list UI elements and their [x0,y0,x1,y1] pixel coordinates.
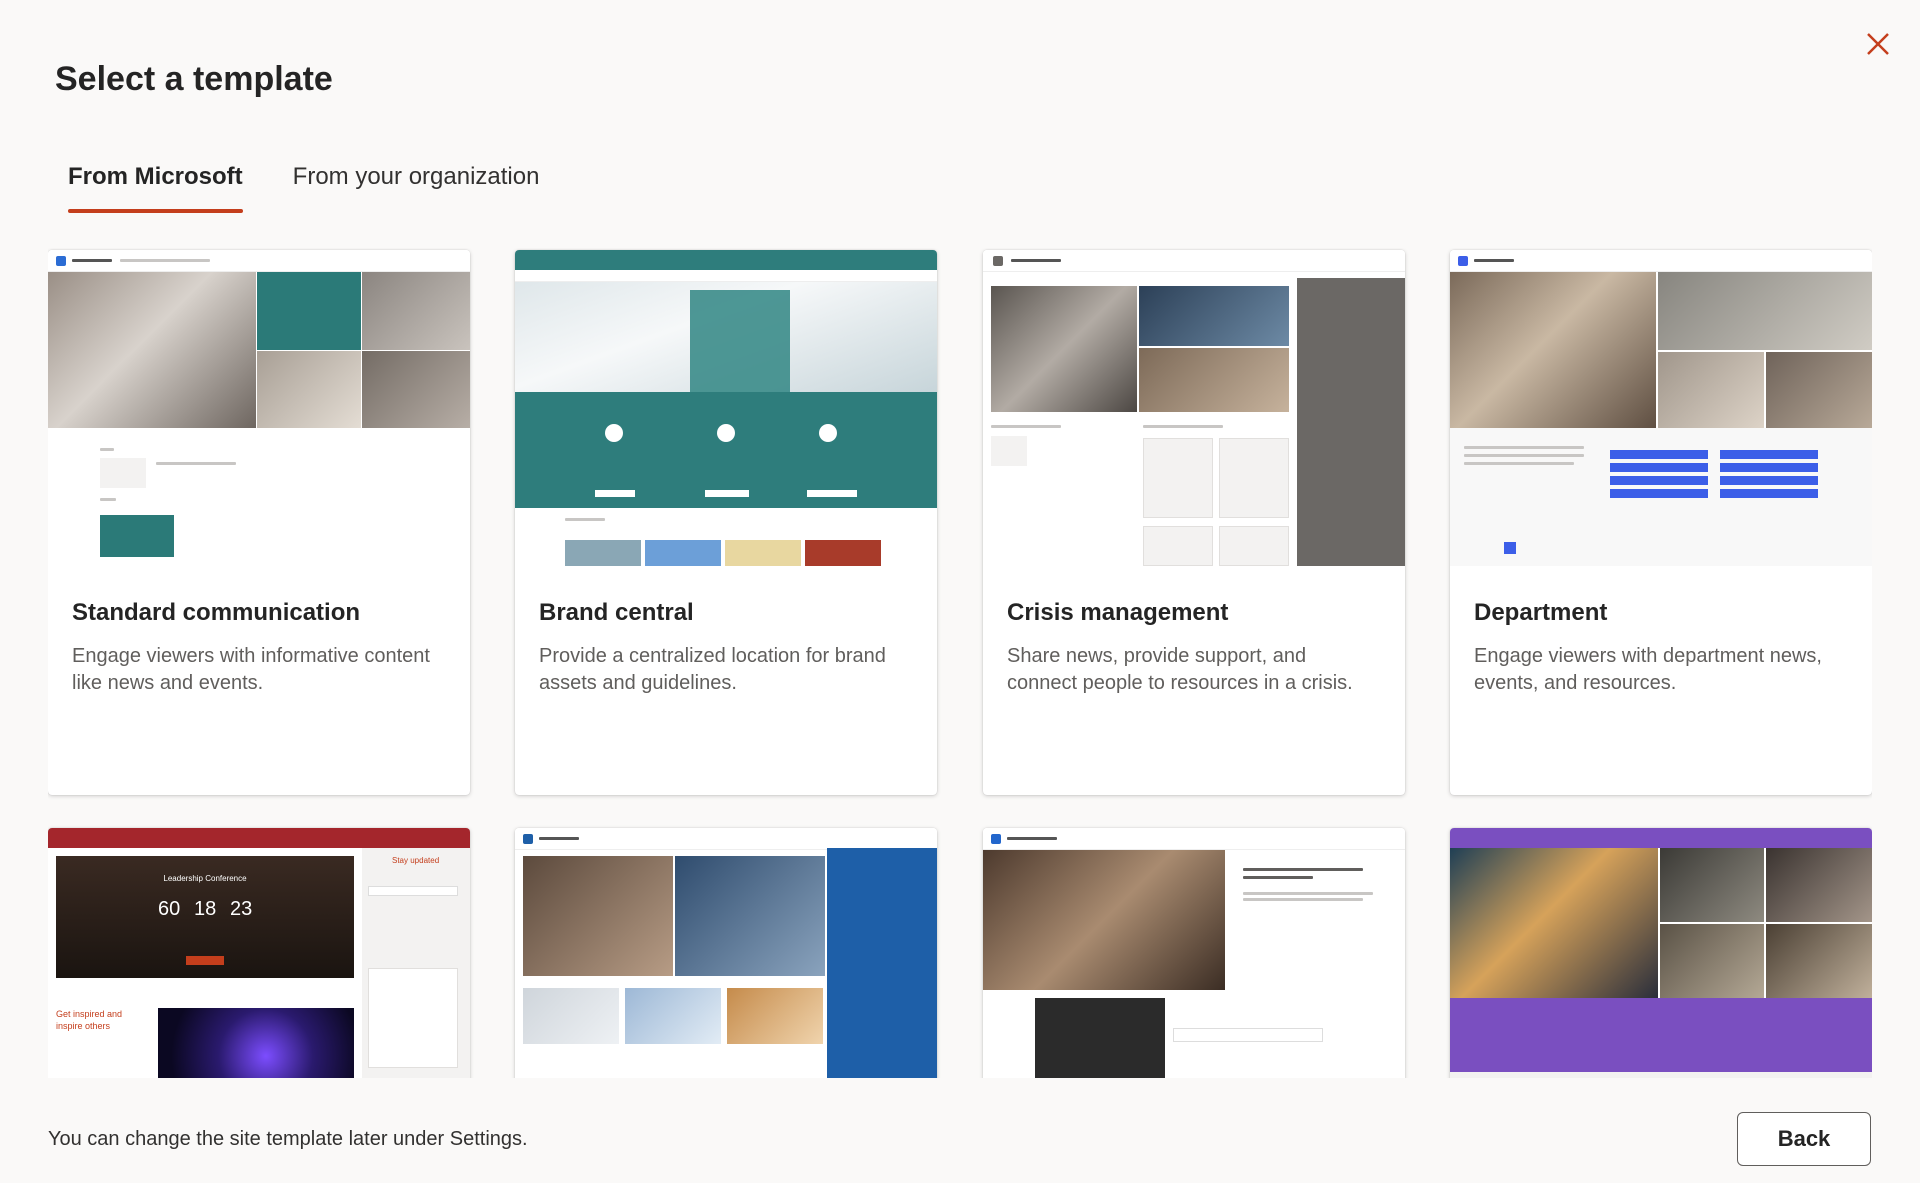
tab-from-microsoft[interactable]: From Microsoft [68,163,243,213]
template-card-human-resources[interactable] [515,828,937,1078]
template-grid: Standard communication Engage viewers wi… [48,248,1872,1078]
template-card-brand-central[interactable]: Brand central Provide a centralized loca… [515,250,937,795]
template-title: Brand central [539,599,694,626]
countdown-minutes: 23 [230,898,253,920]
template-description: Engage viewers with department news, eve… [1474,645,1822,694]
template-card-crisis-management[interactable]: Crisis management Share news, provide su… [983,250,1405,795]
dialog-title: Select a template [55,60,333,98]
template-thumbnail [1450,250,1872,566]
template-card-department[interactable]: Department Engage viewers with departmen… [1450,250,1872,795]
back-button[interactable]: Back [1737,1112,1871,1166]
template-description: Provide a centralized location for brand… [539,645,886,694]
tab-from-your-organization[interactable]: From your organization [293,163,540,213]
template-thumbnail [515,250,937,566]
template-thumbnail [983,828,1405,1078]
template-card-learning-central[interactable] [1450,828,1872,1078]
template-title: Department [1474,599,1608,626]
template-thumbnail [1450,828,1872,1078]
template-thumbnail [983,250,1405,566]
footer-note: You can change the site template later u… [48,1128,528,1150]
event-inspired-heading: Get inspired and inspire others [56,1009,123,1031]
template-thumbnail [48,250,470,566]
template-description: Share news, provide support, and connect… [1007,645,1353,694]
countdown-hours: 18 [194,898,217,920]
template-thumbnail: Leadership Conference 60 18 23 Stay upda… [48,828,470,1078]
event-side-heading: Stay updated [392,856,440,865]
template-source-tabs: From Microsoft From your organization [68,163,539,213]
close-icon[interactable] [1858,24,1898,64]
event-conference-name: Leadership Conference [163,874,247,883]
template-title: Crisis management [1007,599,1229,626]
template-thumbnail [515,828,937,1078]
template-card-standard-communication[interactable]: Standard communication Engage viewers wi… [48,250,470,795]
countdown-days: 60 [158,898,181,920]
template-card-leadership-connection[interactable] [983,828,1405,1078]
template-card-event[interactable]: Leadership Conference 60 18 23 Stay upda… [48,828,470,1078]
template-title: Standard communication [72,599,361,626]
template-description: Engage viewers with informative content … [72,645,430,694]
